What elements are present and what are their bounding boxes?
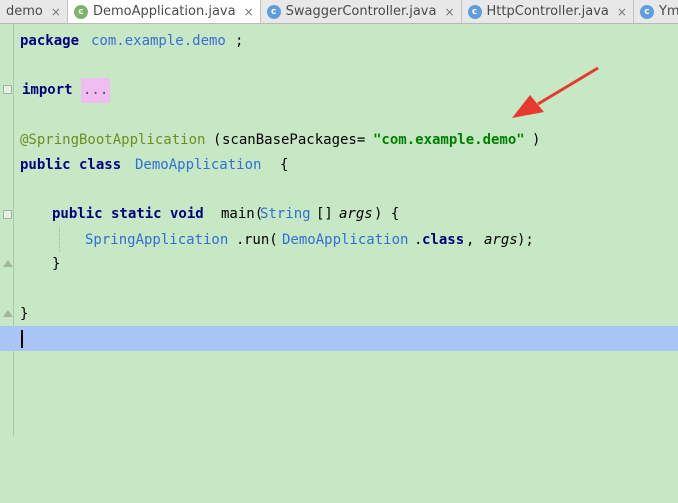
annotation-arrow-overlay [512,66,599,118]
red-arrow-head-icon [512,95,544,118]
red-arrow-shaft [537,66,599,106]
